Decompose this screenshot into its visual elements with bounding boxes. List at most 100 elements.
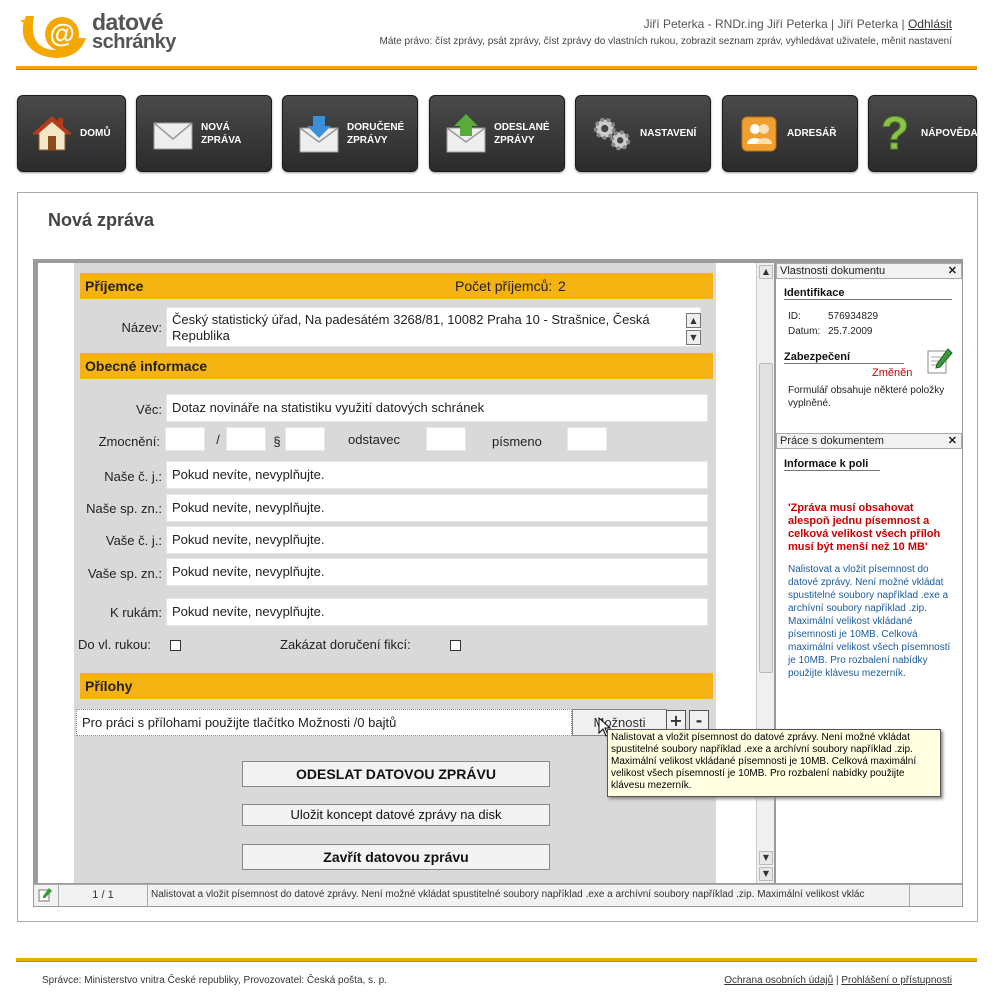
inbox-download-icon [299, 114, 339, 154]
work-panel-header: Práce s dokumentem ✕ [776, 433, 962, 449]
recipient-name-line1: Český statistický úřad, Na padesátém 326… [172, 312, 650, 327]
props-title: Vlastnosti dokumentu [780, 265, 886, 277]
save-draft-button[interactable]: Uložit koncept datové zprávy na disk [242, 804, 550, 826]
pdf-viewer: Příjemce Počet příjemců: 2 Název: Český … [33, 259, 963, 907]
to-hands-field[interactable]: Pokud nevíte, nevyplňujte. [166, 598, 708, 626]
odstavec-field[interactable] [426, 427, 466, 451]
logout-link[interactable]: Odhlásit [908, 17, 952, 31]
paragraph-label: § [273, 434, 281, 449]
field-info-text: Nalistovat a vložit písemnost do datové … [788, 564, 951, 679]
send-message-button[interactable]: ODESLAT DATOVOU ZPRÁVU [242, 761, 550, 787]
section-general: Obecné informace [80, 353, 713, 379]
tooltip: Nalistovat a vložit písemnost do datové … [607, 729, 941, 797]
footer-separator: | [835, 975, 839, 986]
logo-line1: datové [92, 9, 164, 35]
scrollbar-up-icon[interactable]: ▲ [759, 265, 773, 279]
id-label: ID: [788, 311, 801, 322]
nav-new-message[interactable]: NOVÁ ZPRÁVA [136, 95, 272, 172]
authorization-number-field[interactable] [165, 427, 205, 451]
user-info: Jiří Peterka - RNDr.ing Jiří Peterka | J… [644, 17, 952, 31]
changed-status: Změněn [872, 367, 913, 379]
our-file-field[interactable]: Pokud nevíte, nevyplňujte. [166, 494, 708, 522]
odstavec-label: odstavec [348, 432, 401, 447]
to-hands-label: K rukám: [109, 605, 162, 620]
section-attachments: Přílohy [80, 673, 713, 699]
paragraph-field[interactable] [285, 427, 325, 451]
nav-contacts[interactable]: ADRESÁŘ [722, 95, 858, 172]
scroll-up-arrow-icon[interactable]: ▲ [686, 313, 701, 328]
our-ref-field[interactable]: Pokud nevíte, nevyplňujte. [166, 461, 708, 489]
footer-links: Ochrana osobních údajů | Prohlášení o př… [724, 975, 952, 986]
pismeno-field[interactable] [567, 427, 607, 451]
security-title: Zabezpečení [784, 351, 904, 364]
scroll-down-arrow-icon[interactable]: ▼ [686, 330, 701, 345]
close-icon[interactable]: ✕ [948, 264, 957, 278]
general-header: Obecné informace [85, 358, 208, 374]
authorization-year-field[interactable] [226, 427, 266, 451]
rights-text: Máte právo: číst zprávy, psát zprávy, čí… [379, 36, 952, 47]
footer-operator: Správce: Ministerstvo vnitra České repub… [42, 975, 387, 986]
accessibility-link[interactable]: Prohlášení o přístupnosti [841, 975, 952, 986]
logo-text: datové schránky [92, 9, 176, 53]
recipient-count-label: Počet příjemců: [455, 278, 553, 294]
props-panel-header: Vlastnosti dokumentu ✕ [776, 263, 962, 279]
recipient-count: 2 [558, 278, 566, 294]
status-text: Nalistovat a vložit písemnost do datové … [148, 885, 910, 906]
at-logo-icon: @ [20, 16, 87, 58]
nav-received-label: DORUČENÉ ZPRÁVY [347, 121, 405, 146]
outbox-upload-icon [446, 113, 486, 154]
recipient-name-field[interactable]: Český statistický úřad, Na padesátém 326… [166, 307, 701, 347]
personal-delivery-checkbox[interactable] [170, 640, 181, 651]
close-icon[interactable]: ✕ [948, 434, 957, 448]
status-bar: 1 / 1 Nalistovat a vložit písemnost do d… [34, 884, 962, 906]
slash-label: / [216, 432, 220, 447]
date-value: 25.7.2009 [828, 326, 873, 337]
scrollbar-end-icon[interactable]: ▼ [759, 867, 773, 881]
nav-sent[interactable]: ODESLANÉ ZPRÁVY [429, 95, 565, 172]
no-fiction-checkbox[interactable] [450, 640, 461, 651]
nav-received[interactable]: DORUČENÉ ZPRÁVY [282, 95, 418, 172]
your-ref-field[interactable]: Pokud nevíte, nevyplňujte. [166, 526, 708, 554]
header-divider [16, 66, 977, 70]
field-info-title: Informace k poli [784, 458, 880, 471]
date-label: Datum: [788, 326, 821, 337]
id-value: 576934829 [828, 311, 879, 322]
our-ref-label: Naše č. j.: [104, 469, 162, 484]
attachments-info-field: Pro práci s přílohami použijte tlačítko … [76, 709, 572, 736]
logo-line2: schránky [92, 31, 176, 53]
page-title: Nová zpráva [48, 210, 155, 230]
house-icon [32, 114, 72, 154]
page-counter: 1 / 1 [58, 885, 148, 906]
contacts-icon [739, 114, 779, 154]
filled-note: Formulář obsahuje některé položky vyplně… [788, 385, 945, 409]
personal-delivery-label: Do vl. rukou: [78, 637, 151, 652]
your-file-field[interactable]: Pokud nevíte, nevyplňujte. [166, 558, 708, 586]
nav-settings[interactable]: NASTAVENÍ [575, 95, 711, 172]
subject-field[interactable]: Dotaz novináře na statistiku využití dat… [166, 394, 708, 422]
name-label: Název: [121, 320, 162, 335]
subject-label: Věc: [135, 402, 162, 417]
warning-text: 'Zpráva musí obsahovat alespoň jednu pís… [788, 502, 941, 553]
svg-text:?: ? [881, 111, 909, 157]
privacy-link[interactable]: Ochrana osobních údajů [724, 975, 833, 986]
work-title: Práce s dokumentem [780, 435, 884, 447]
recipient-name-line2: Republika [172, 328, 230, 343]
our-file-label: Naše sp. zn.: [86, 501, 162, 516]
main-panel: Nová zpráva Příjemce Počet příjemců: 2 N… [17, 192, 978, 922]
edit-document-icon [926, 347, 954, 381]
scrollbar-thumb[interactable] [759, 363, 773, 673]
nav-new-message-label: NOVÁ ZPRÁVA [201, 121, 242, 146]
authorization-label: Zmocnění: [98, 434, 160, 449]
your-file-label: Vaše sp. zn.: [87, 566, 162, 581]
nav-help[interactable]: ? NÁPOVĚDA [868, 95, 978, 172]
nav-home[interactable]: DOMŮ [17, 95, 126, 172]
nav-sent-label: ODESLANÉ ZPRÁVY [494, 121, 550, 146]
scrollbar-down-icon[interactable]: ▼ [759, 851, 773, 865]
user-name: Jiří Peterka - RNDr.ing Jiří Peterka | J… [643, 17, 905, 31]
section-recipient: Příjemce Počet příjemců: 2 [80, 273, 713, 299]
gears-icon [592, 114, 632, 154]
recipient-header: Příjemce [85, 278, 144, 294]
close-message-button[interactable]: Zavřít datovou zprávu [242, 844, 550, 870]
envelope-icon [153, 114, 193, 154]
attachments-header: Přílohy [85, 678, 133, 694]
